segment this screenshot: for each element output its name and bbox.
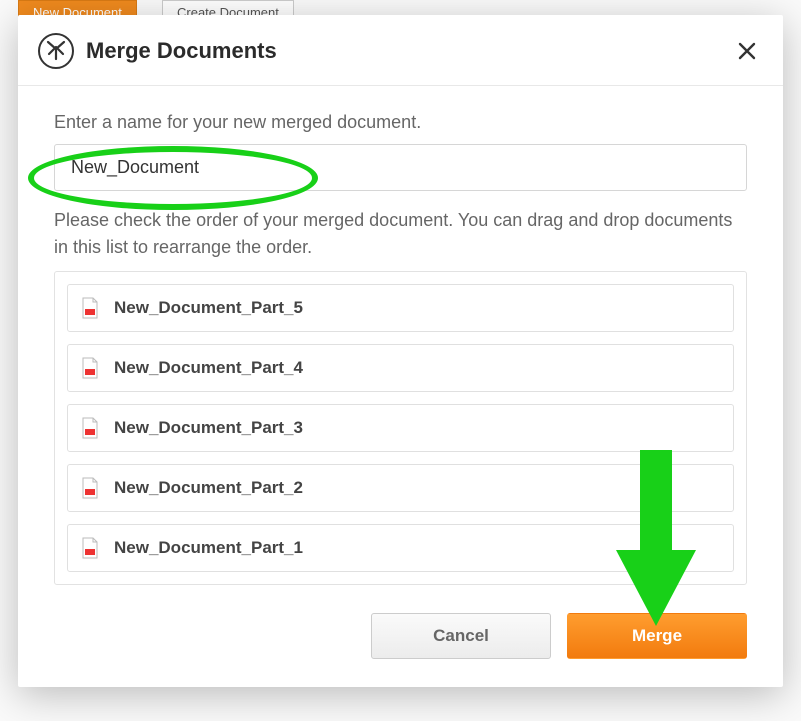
modal-header: Merge Documents: [18, 15, 783, 86]
close-button[interactable]: [731, 35, 763, 67]
order-instruction: Please check the order of your merged do…: [54, 207, 747, 261]
pdf-file-icon: [80, 537, 100, 559]
modal-body: Enter a name for your new merged documen…: [18, 86, 783, 593]
document-list-item[interactable]: New_Document_Part_5: [67, 284, 734, 332]
merge-documents-modal: Merge Documents Enter a name for your ne…: [18, 15, 783, 687]
document-list-item[interactable]: New_Document_Part_4: [67, 344, 734, 392]
pdf-file-icon: [80, 477, 100, 499]
document-list-item[interactable]: New_Document_Part_3: [67, 404, 734, 452]
pdf-file-icon: [80, 357, 100, 379]
document-order-list: New_Document_Part_5 New_Document_Part_4 …: [54, 271, 747, 585]
merge-icon: [34, 29, 78, 73]
document-item-label: New_Document_Part_1: [114, 538, 303, 558]
modal-footer: Cancel Merge: [18, 593, 783, 687]
document-item-label: New_Document_Part_5: [114, 298, 303, 318]
cancel-button[interactable]: Cancel: [371, 613, 551, 659]
pdf-file-icon: [80, 417, 100, 439]
document-list-item[interactable]: New_Document_Part_2: [67, 464, 734, 512]
merged-name-input[interactable]: [54, 144, 747, 191]
document-list-item[interactable]: New_Document_Part_1: [67, 524, 734, 572]
document-item-label: New_Document_Part_2: [114, 478, 303, 498]
document-item-label: New_Document_Part_4: [114, 358, 303, 378]
name-instruction: Enter a name for your new merged documen…: [54, 110, 747, 134]
pdf-file-icon: [80, 297, 100, 319]
document-item-label: New_Document_Part_3: [114, 418, 303, 438]
modal-title: Merge Documents: [86, 38, 731, 64]
merge-button[interactable]: Merge: [567, 613, 747, 659]
